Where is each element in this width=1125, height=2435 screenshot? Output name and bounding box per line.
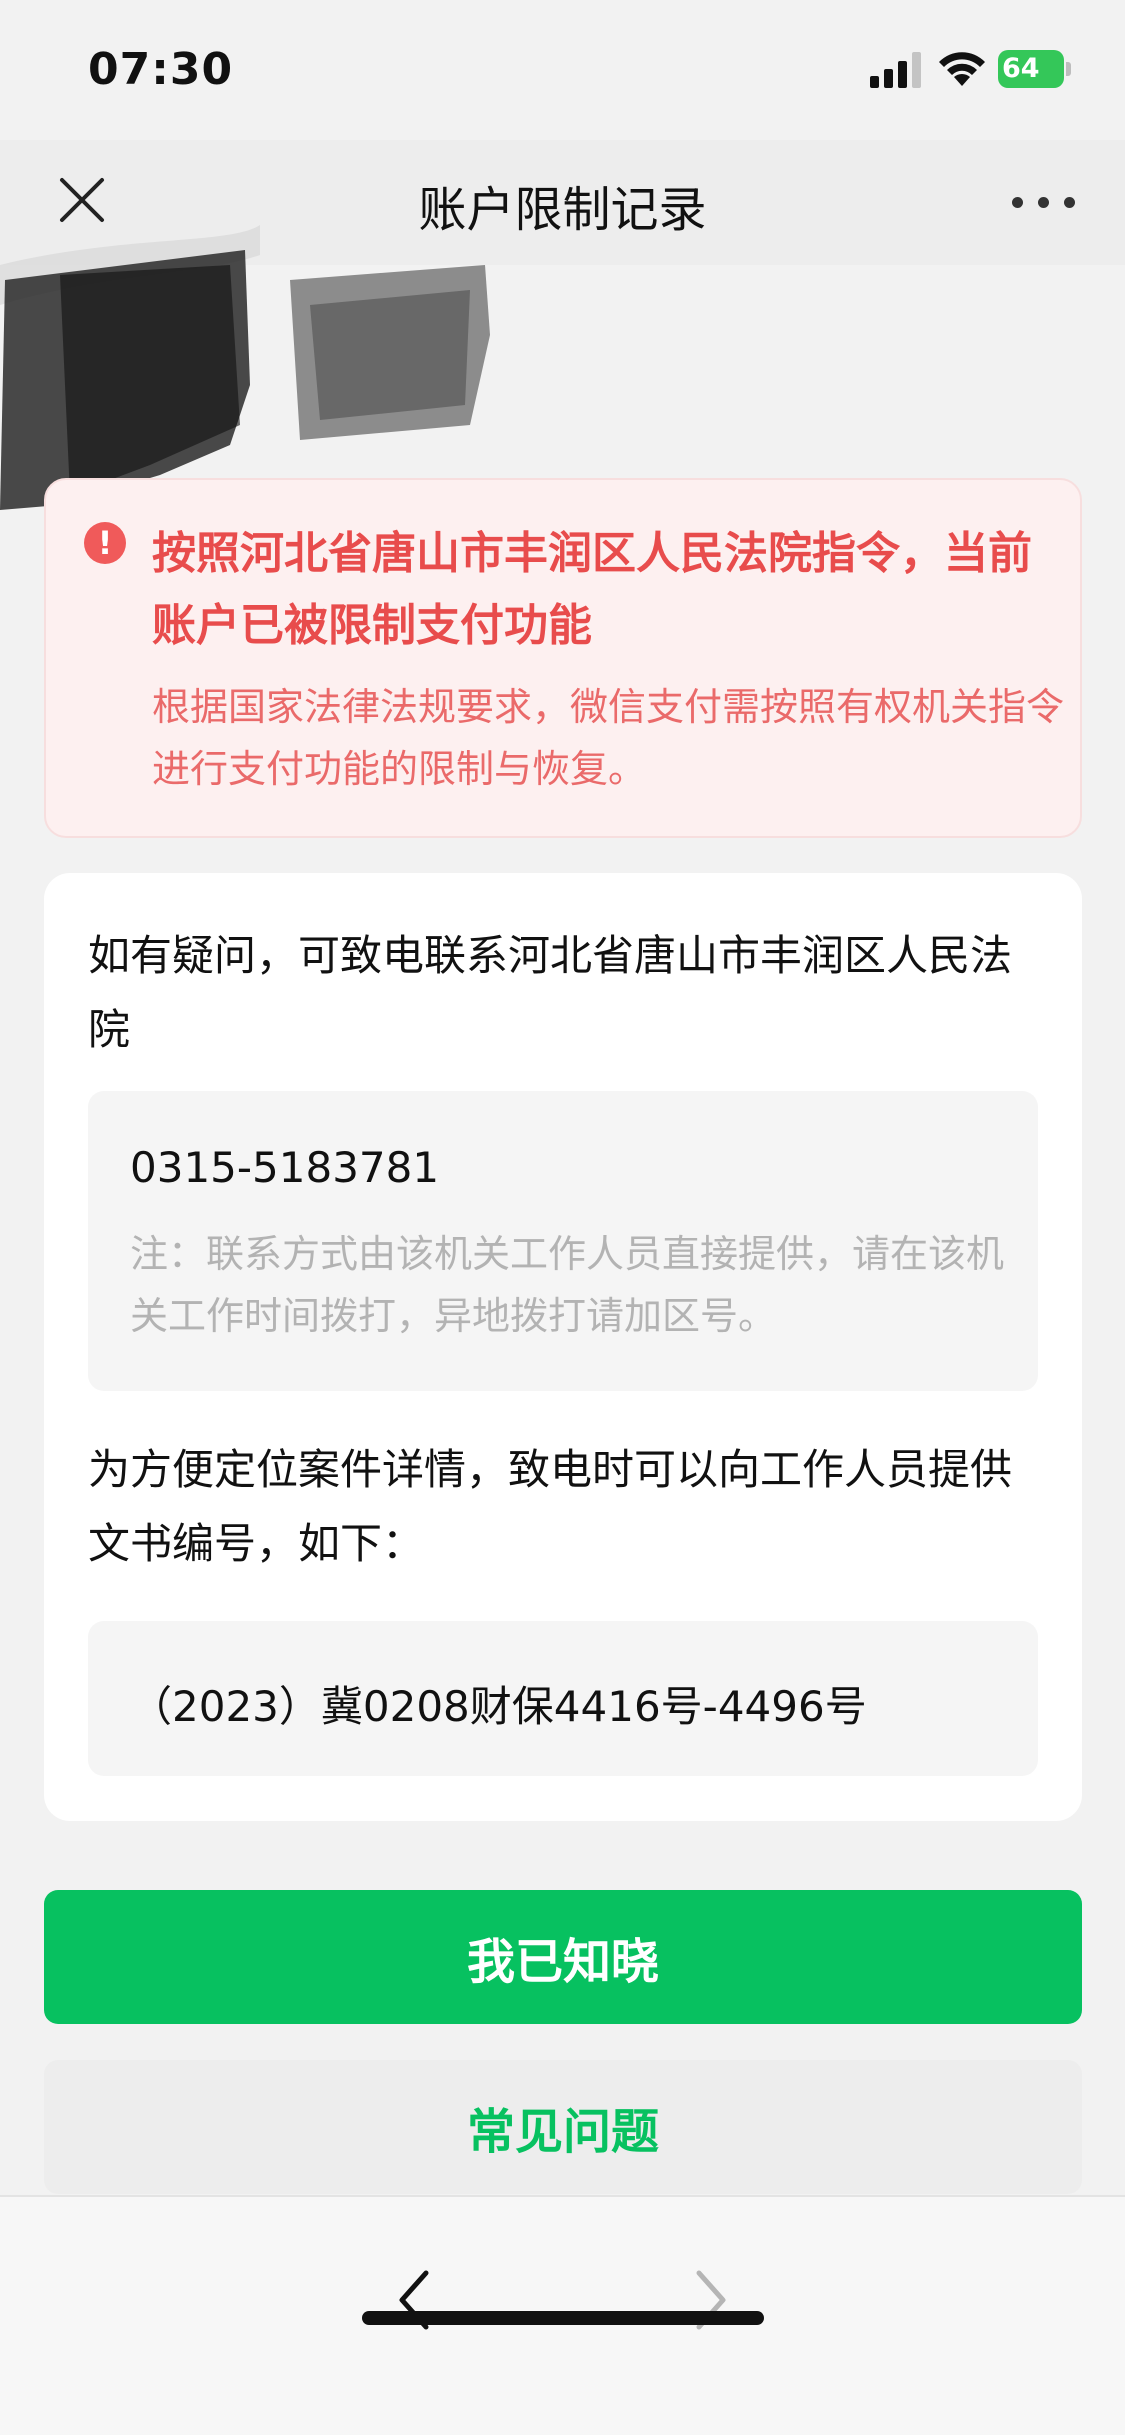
status-bar: 07:30 64 xyxy=(0,0,1125,140)
restriction-warning-banner: 按照河北省唐山市丰润区人民法院指令，当前账户已被限制支付功能 根据国家法律法规要… xyxy=(44,478,1082,838)
document-number: （2023）冀0208财保4416号-4496号 xyxy=(130,1682,867,1731)
phone-box: 0315-5183781 注：联系方式由该机关工作人员直接提供，请在该机关工作时… xyxy=(88,1091,1038,1391)
battery-cap xyxy=(1066,62,1071,76)
more-icon[interactable] xyxy=(1010,192,1080,212)
warning-title: 按照河北省唐山市丰润区人民法院指令，当前账户已被限制支付功能 xyxy=(152,528,1032,651)
battery-level: 64 xyxy=(1002,53,1040,84)
faq-button[interactable]: 常见问题 xyxy=(44,2060,1082,2194)
wifi-icon xyxy=(939,52,985,86)
contact-text: 如有疑问，可致电联系河北省唐山市丰润区人民法院 xyxy=(88,931,1013,1054)
document-text: 为方便定位案件详情，致电时可以向工作人员提供文书编号，如下： xyxy=(88,1445,1013,1568)
phone-number[interactable]: 0315-5183781 xyxy=(130,1143,439,1192)
document-number-box: （2023）冀0208财保4416号-4496号 xyxy=(88,1621,1038,1776)
acknowledge-button[interactable]: 我已知晓 xyxy=(44,1890,1082,2024)
page: 07:30 64 账户限制记录 ! 按照河北省唐山市丰润区人民法院指令，当前账户… xyxy=(0,0,1125,2435)
phone-note: 注：联系方式由该机关工作人员直接提供，请在该机关工作时间拨打，异地拨打请加区号。 xyxy=(130,1232,1005,1338)
warning-description: 根据国家法律法规要求，微信支付需按照有权机关指令进行支付功能的限制与恢复。 xyxy=(152,685,1065,791)
contact-info-card: 如有疑问，可致电联系河北省唐山市丰润区人民法院 0315-5183781 注：联… xyxy=(44,873,1082,1821)
battery-icon: 64 xyxy=(998,50,1072,88)
cellular-signal-icon xyxy=(870,52,921,88)
home-indicator[interactable] xyxy=(362,2311,764,2325)
redaction-scribble xyxy=(0,225,490,510)
battery-body: 64 xyxy=(998,50,1064,88)
alert-circle-icon xyxy=(84,522,126,564)
status-time: 07:30 xyxy=(88,44,234,95)
